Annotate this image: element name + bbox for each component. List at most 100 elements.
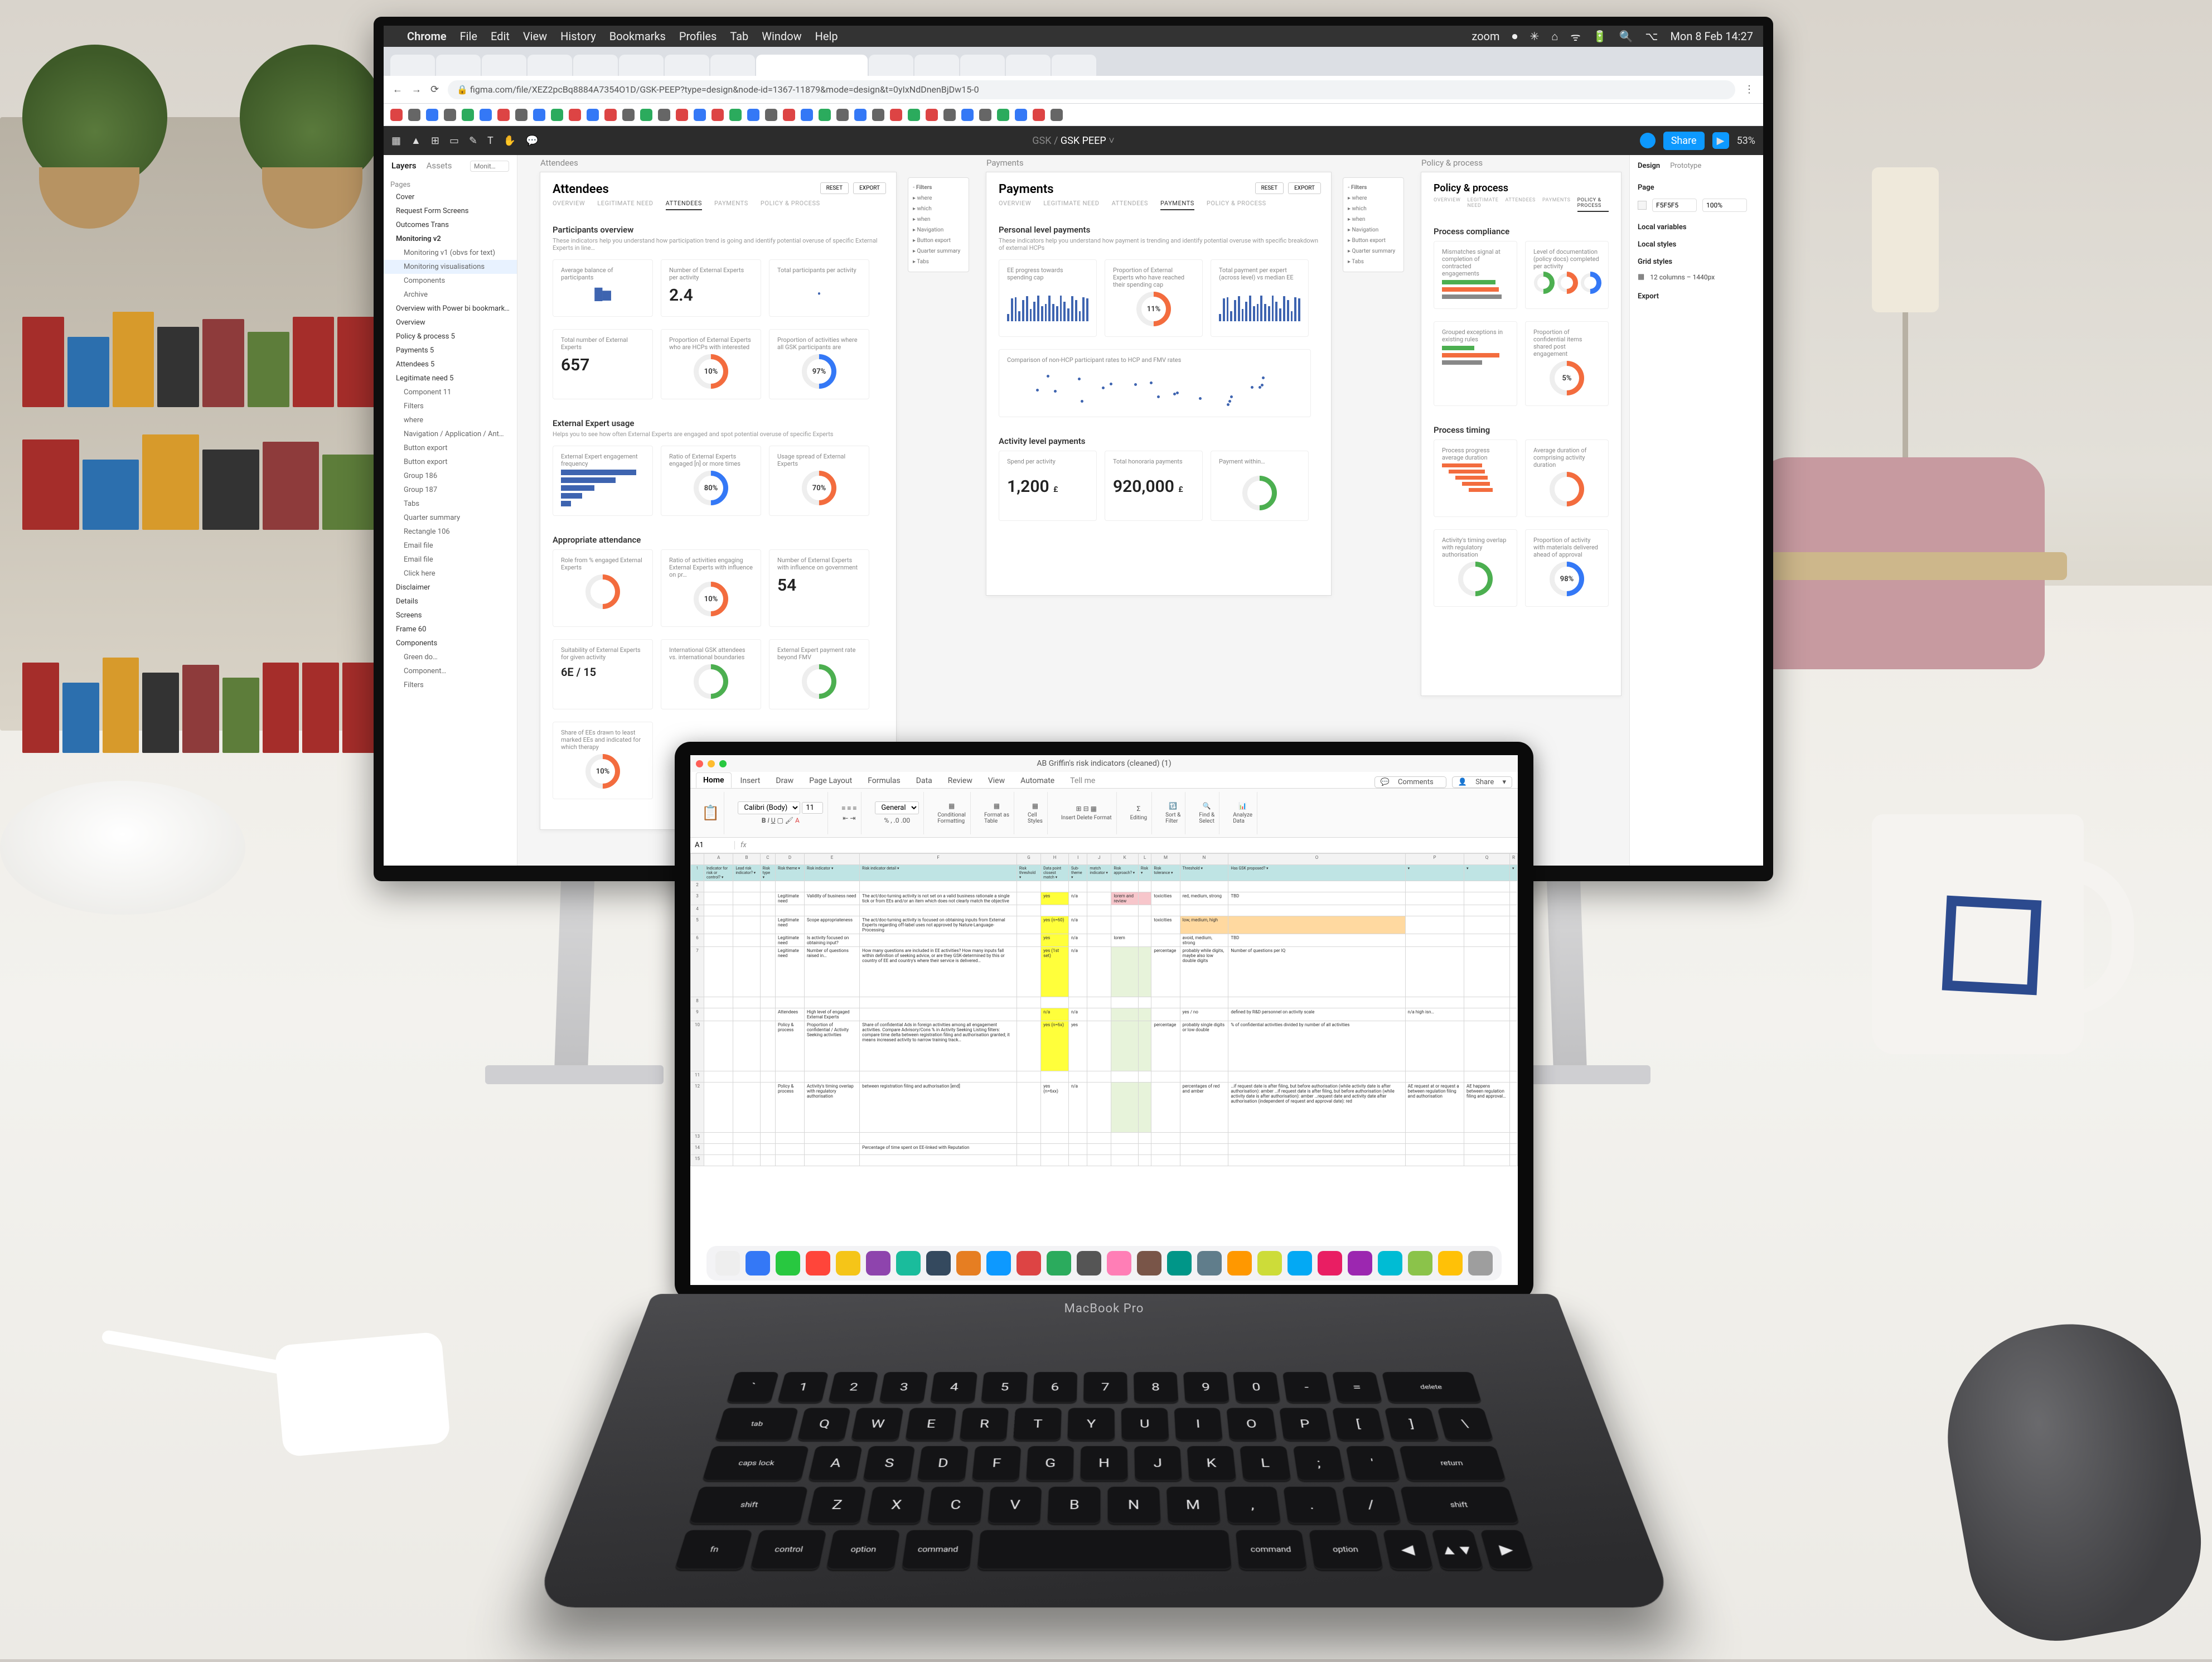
reset-button[interactable]: RESET (1255, 182, 1284, 194)
pen-tool-icon[interactable]: ✎ (469, 135, 477, 147)
comments-button[interactable]: 💬 Comments (1374, 776, 1446, 788)
frame-payments[interactable]: Payments Payments RESET EXPORT OVERVIEWL… (986, 172, 1332, 596)
metric-card[interactable]: External Expert payment rate beyond FMV (769, 639, 869, 709)
filter-panel[interactable]: ◦ Filters▸ where▸ which▸ when▸ Navigatio… (1343, 177, 1404, 272)
dock-app-icon[interactable] (776, 1251, 800, 1276)
layer-item[interactable]: Group 187 (384, 483, 517, 497)
reload-icon[interactable]: ⟳ (430, 84, 439, 95)
menu-profiles[interactable]: Profiles (679, 30, 717, 43)
menubar-icon[interactable]: ⏺ (1512, 30, 1517, 43)
dock-app-icon[interactable] (1438, 1251, 1463, 1276)
dash-tab[interactable]: OVERVIEW (553, 200, 585, 210)
chrome-tab[interactable] (1006, 55, 1051, 76)
metric-card[interactable]: Share of EEs drawn to least marked EEs a… (553, 722, 653, 799)
metric-card[interactable]: Spend per activity1,200 £ (999, 451, 1097, 521)
share-button[interactable]: 👤 Share ▾ (1452, 776, 1512, 788)
metric-card[interactable]: EE progress towards spending cap (999, 259, 1097, 337)
frame-policy[interactable]: Policy & process Policy & process OVERVI… (1421, 172, 1622, 696)
metric-card[interactable]: Total participants per activity• (769, 259, 869, 317)
macos-dock[interactable] (706, 1246, 1502, 1281)
layer-item[interactable]: Components (384, 636, 517, 650)
metric-card[interactable]: Proportion of External Experts who are H… (661, 329, 761, 399)
dash-tab[interactable]: LEGITIMATE NEED (1467, 197, 1498, 212)
layer-item[interactable]: Component 11 (384, 385, 517, 399)
tab-data[interactable]: Data (909, 774, 939, 788)
excel-ribbon[interactable]: 📋 Calibri (Body) B I U ▢ 🖌 A ≡ ≡ ≡⇤ ⇥ Ge… (690, 789, 1518, 838)
macos-menubar[interactable]: Chrome File Edit View History Bookmarks … (384, 26, 1763, 47)
excel-ribbon-tabs[interactable]: Home Insert Draw Page Layout Formulas Da… (690, 772, 1518, 789)
dock-app-icon[interactable] (1077, 1251, 1101, 1276)
font-select[interactable]: Calibri (Body) (738, 801, 800, 814)
move-tool-icon[interactable]: ▲ (411, 135, 421, 147)
metric-card[interactable]: Total honoraria payments920,000 £ (1105, 451, 1203, 521)
text-tool-icon[interactable]: T (487, 135, 493, 147)
chrome-tab[interactable] (869, 55, 913, 76)
layer-item[interactable]: Quarter summary (384, 511, 517, 525)
dock-app-icon[interactable] (1167, 1251, 1192, 1276)
dash-tab[interactable]: PAYMENTS (714, 200, 748, 210)
menu-tab[interactable]: Tab (730, 30, 748, 43)
dock-app-icon[interactable] (956, 1251, 981, 1276)
tell-me[interactable]: Tell me (1063, 774, 1102, 788)
chrome-tab-active[interactable] (756, 55, 868, 76)
chrome-tab[interactable] (573, 55, 618, 76)
metric-card[interactable]: Role from % engaged External Experts (553, 549, 653, 627)
dash-tab[interactable]: POLICY & PROCESS (761, 200, 820, 210)
chrome-tab[interactable] (665, 55, 709, 76)
metric-card[interactable]: Ratio of activities engaging External Ex… (661, 549, 761, 627)
dash-tab[interactable]: LEGITIMATE NEED (1043, 200, 1099, 210)
share-button[interactable]: Share (1663, 132, 1705, 150)
dock-app-icon[interactable] (746, 1251, 770, 1276)
metric-card[interactable]: Number of External Experts per activity2… (661, 259, 761, 317)
layer-search[interactable] (470, 161, 509, 172)
dock-app-icon[interactable] (866, 1251, 890, 1276)
metric-card[interactable]: Total payment per expert (across level) … (1211, 259, 1309, 337)
frame-attendees[interactable]: Attendees Attendees RESET EXPORT OVERVIE… (540, 172, 897, 830)
grid-value[interactable]: 12 columns – 1440px (1650, 273, 1715, 281)
bg-opacity-input[interactable] (1702, 199, 1747, 212)
dock-app-icon[interactable] (1468, 1251, 1493, 1276)
menubar-icon[interactable]: ✳ (1529, 30, 1539, 43)
formula-bar[interactable]: A1 fx (690, 838, 1518, 853)
metric-card[interactable]: International GSK attendees vs. internat… (661, 639, 761, 709)
layer-item[interactable]: Email file (384, 553, 517, 567)
dash-tab[interactable]: ATTENDEES (1505, 197, 1536, 212)
metric-card[interactable]: Proportion of activities where all GSK p… (769, 329, 869, 399)
tab-automate[interactable]: Automate (1014, 774, 1061, 788)
dock-app-icon[interactable] (1017, 1251, 1041, 1276)
excel-titlebar[interactable]: AB Griffin's risk indicators (cleaned) (… (690, 755, 1518, 772)
dock-app-icon[interactable] (1107, 1251, 1131, 1276)
dock-app-icon[interactable] (1378, 1251, 1402, 1276)
chrome-tab[interactable] (482, 55, 526, 76)
chrome-tab[interactable] (619, 55, 664, 76)
figma-layers-panel[interactable]: Layers Assets Pages CoverRequest Form Sc… (384, 155, 517, 866)
layer-item[interactable]: Group 186 (384, 469, 517, 483)
metric-card[interactable]: Process progress average duration (1434, 439, 1517, 517)
layer-item[interactable]: Overview with Power bi bookmark… (384, 302, 517, 316)
figma-file-title[interactable]: GSK / GSK PEEP ˅ (1032, 135, 1114, 147)
metric-card[interactable]: Proportion of activity with materials de… (1525, 529, 1609, 607)
layer-item[interactable]: Filters (384, 678, 517, 692)
metric-card[interactable]: Average balance of participants█▆ (553, 259, 653, 317)
back-icon[interactable]: ← (393, 84, 403, 95)
layer-item[interactable]: Screens (384, 608, 517, 622)
number-format[interactable]: General (875, 801, 919, 814)
tab-draw[interactable]: Draw (769, 774, 800, 788)
metric-card[interactable]: External Expert engagement frequency (553, 446, 653, 516)
dock-app-icon[interactable] (715, 1251, 740, 1276)
metric-card[interactable]: Payment within… (1211, 451, 1309, 521)
dock-app-icon[interactable] (896, 1251, 921, 1276)
layer-item[interactable]: Overview (384, 316, 517, 330)
dock-app-icon[interactable] (1137, 1251, 1161, 1276)
dock-app-icon[interactable] (1047, 1251, 1071, 1276)
dock-app-icon[interactable] (836, 1251, 860, 1276)
layer-item[interactable]: Request Form Screens (384, 204, 517, 218)
layer-item[interactable]: Components (384, 274, 517, 288)
bg-color-input[interactable] (1652, 199, 1697, 212)
metric-card[interactable]: Suitability of External Experts for give… (553, 639, 653, 709)
metric-card[interactable]: Comparison of non-HCP participant rates … (999, 349, 1311, 417)
dock-app-icon[interactable] (806, 1251, 830, 1276)
dash-tab[interactable]: OVERVIEW (999, 200, 1031, 210)
metric-card[interactable]: Ratio of External Experts engaged [n] or… (661, 446, 761, 516)
layer-item[interactable]: Click here (384, 567, 517, 581)
